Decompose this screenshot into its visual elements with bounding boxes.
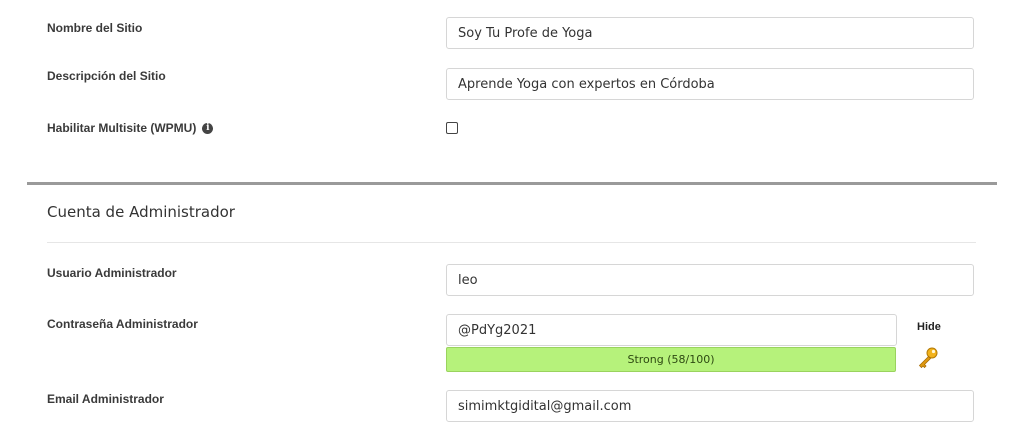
password-strength-meter: Strong (58/100) bbox=[446, 347, 896, 372]
section-title-underline bbox=[47, 242, 976, 243]
site-description-label: Descripción del Sitio bbox=[47, 69, 166, 83]
section-divider bbox=[27, 182, 997, 185]
site-name-input[interactable]: Soy Tu Profe de Yoga bbox=[446, 17, 974, 49]
site-name-value: Soy Tu Profe de Yoga bbox=[458, 25, 593, 41]
site-description-value: Aprende Yoga con expertos en Córdoba bbox=[458, 76, 715, 92]
admin-section-title: Cuenta de Administrador bbox=[47, 203, 235, 221]
admin-password-label: Contraseña Administrador bbox=[47, 317, 198, 331]
password-strength-text: Strong (58/100) bbox=[627, 353, 715, 366]
admin-password-input[interactable]: @PdYg2021 bbox=[446, 314, 897, 346]
site-name-label: Nombre del Sitio bbox=[47, 21, 143, 35]
site-description-input[interactable]: Aprende Yoga con expertos en Córdoba bbox=[446, 68, 974, 100]
info-icon[interactable]: i bbox=[202, 122, 214, 134]
multisite-checkbox[interactable] bbox=[446, 122, 458, 134]
multisite-label: Habilitar Multisite (WPMU) i bbox=[47, 121, 214, 135]
admin-password-value: @PdYg2021 bbox=[458, 322, 537, 338]
admin-username-input[interactable]: leo bbox=[446, 264, 974, 296]
admin-email-input[interactable]: simimktgidital@gmail.com bbox=[446, 390, 974, 422]
admin-username-label: Usuario Administrador bbox=[47, 266, 177, 280]
admin-email-label: Email Administrador bbox=[47, 392, 164, 406]
hide-password-link[interactable]: Hide bbox=[917, 321, 941, 333]
key-icon[interactable] bbox=[916, 346, 940, 370]
admin-username-value: leo bbox=[458, 272, 478, 288]
admin-email-value: simimktgidital@gmail.com bbox=[458, 398, 632, 414]
